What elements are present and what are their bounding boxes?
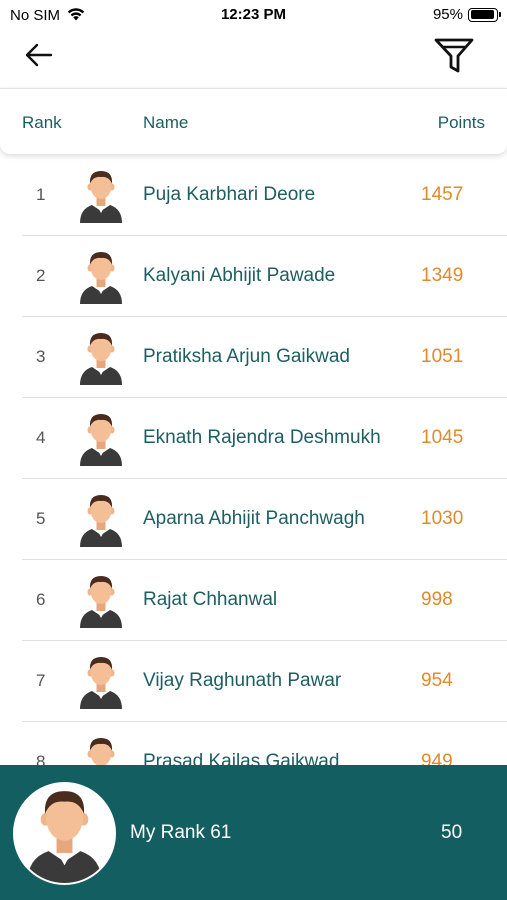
my-avatar[interactable] (13, 782, 116, 885)
column-header-name[interactable]: Name (143, 113, 188, 133)
filter-button[interactable] (433, 38, 475, 78)
row-name: Prasad Kailas Gaikwad (143, 751, 340, 765)
avatar (78, 167, 124, 223)
person-icon (27, 791, 102, 883)
avatar (78, 653, 124, 709)
row-name: Vijay Raghunath Pawar (143, 670, 342, 691)
row-points: 949 (421, 751, 453, 765)
avatar (78, 248, 124, 304)
row-rank: 5 (36, 509, 46, 528)
row-points: 1349 (421, 265, 464, 286)
row-name: Pratiksha Arjun Gaikwad (143, 346, 350, 367)
row-points: 1045 (421, 427, 464, 448)
status-time: 12:23 PM (220, 6, 287, 23)
row-points: 1030 (421, 508, 464, 529)
row-rank: 3 (36, 347, 46, 366)
row-rank: 8 (36, 752, 46, 765)
leaderboard-row[interactable]: 3 Pratiksha Arjun Gaikwad 1051 (22, 317, 507, 398)
row-name: Aparna Abhijit Panchwagh (143, 508, 365, 529)
leaderboard-row[interactable]: 4 Eknath Rajendra Deshmukh 1045 (22, 398, 507, 479)
leaderboard-list[interactable]: 1 Puja Karbhari Deore 1457 2 Kalyani Abh… (22, 155, 507, 765)
avatar (78, 572, 124, 628)
row-points: 954 (421, 670, 453, 691)
row-name: Puja Karbhari Deore (143, 184, 316, 205)
battery-icon (468, 7, 501, 22)
avatar (78, 410, 124, 466)
leaderboard-row[interactable]: 5 Aparna Abhijit Panchwagh 1030 (22, 479, 507, 560)
arrow-left-icon (25, 43, 53, 72)
status-right: 95% (432, 6, 501, 23)
leaderboard-row[interactable]: 6 Rajat Chhanwal 998 (22, 560, 507, 641)
column-header-rank[interactable]: Rank (22, 113, 62, 133)
leaderboard-row[interactable]: 2 Kalyani Abhijit Pawade 1349 (22, 236, 507, 317)
row-rank: 7 (36, 671, 46, 690)
avatar (78, 734, 124, 765)
filter-icon (434, 37, 474, 80)
row-rank: 2 (36, 266, 46, 285)
table-header: Rank Name Points (0, 88, 507, 154)
row-rank: 4 (36, 428, 46, 447)
battery-percent: 95% (432, 6, 463, 23)
row-name: Kalyani Abhijit Pawade (143, 265, 336, 286)
row-points: 1051 (421, 346, 464, 367)
avatar (78, 329, 124, 385)
avatar (78, 491, 124, 547)
row-name: Rajat Chhanwal (143, 589, 278, 610)
row-points: 998 (421, 589, 453, 610)
leaderboard-row[interactable]: 7 Vijay Raghunath Pawar 954 (22, 641, 507, 722)
my-rank-footer: My Rank 61 50 (0, 765, 507, 900)
nav-bar (0, 30, 507, 86)
row-rank: 1 (36, 185, 46, 204)
back-button[interactable] (22, 42, 56, 72)
column-header-points[interactable]: Points (438, 113, 485, 133)
row-rank: 6 (36, 590, 46, 609)
leaderboard-row[interactable]: 1 Puja Karbhari Deore 1457 (22, 155, 507, 236)
status-bar: No SIM 12:23 PM 95% (0, 0, 507, 30)
my-rank-label: My Rank 61 (130, 822, 232, 843)
battery-fill (470, 10, 495, 19)
row-name: Eknath Rajendra Deshmukh (143, 427, 381, 448)
leaderboard-row[interactable]: 8 Prasad Kailas Gaikwad 949 (22, 722, 507, 765)
row-points: 1457 (421, 184, 464, 205)
my-points-value: 50 (441, 822, 463, 843)
